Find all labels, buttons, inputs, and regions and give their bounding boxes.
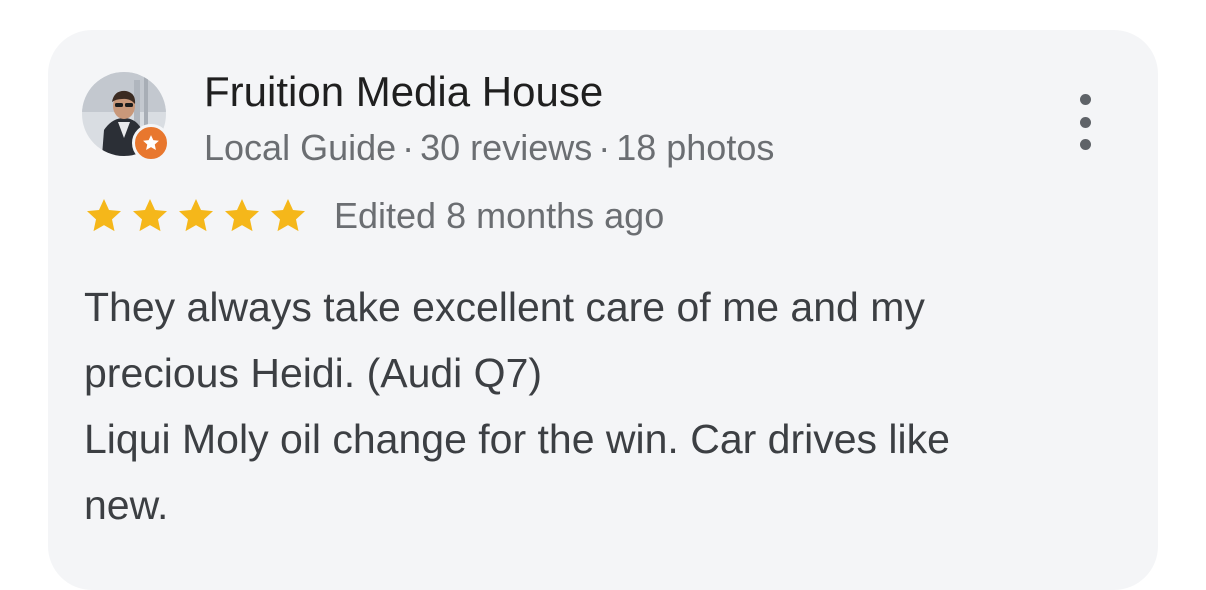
star-icon [179, 199, 213, 232]
reviewer-name[interactable]: Fruition Media House [204, 66, 603, 118]
local-guide-star-icon [132, 124, 170, 162]
reviews-count: 30 reviews [420, 127, 593, 168]
review-text-line: Liqui Moly oil change for the win. Car d… [84, 416, 950, 462]
review-text-line: They always take excellent care of me an… [84, 284, 925, 330]
local-guide-label: Local Guide [204, 127, 397, 168]
review-card: Fruition Media House Local Guide · 30 revi… [48, 30, 1158, 590]
meta-separator: · [402, 127, 415, 168]
review-text-line: new. [84, 482, 169, 528]
star-icon [225, 199, 259, 232]
photos-count: 18 photos [616, 127, 775, 168]
review-text-line: precious Heidi. (Audi Q7) [84, 350, 543, 396]
more-vertical-icon[interactable] [1070, 94, 1100, 150]
meta-separator: · [598, 127, 611, 168]
star-rating [84, 196, 308, 236]
more-dot [1079, 94, 1091, 105]
reviewer-meta: Local Guide · 30 reviews · 18 photos [204, 126, 774, 170]
more-dot [1079, 139, 1091, 150]
star-icon [87, 199, 121, 232]
reviewer-avatar[interactable] [82, 72, 170, 162]
star-icon [133, 199, 167, 232]
rating-row: Edited 8 months ago [84, 190, 664, 242]
review-text: They always take excellent care of me an… [84, 274, 1124, 538]
star-icon [271, 199, 305, 232]
edited-timestamp: Edited 8 months ago [334, 195, 665, 236]
more-dot [1079, 116, 1091, 128]
